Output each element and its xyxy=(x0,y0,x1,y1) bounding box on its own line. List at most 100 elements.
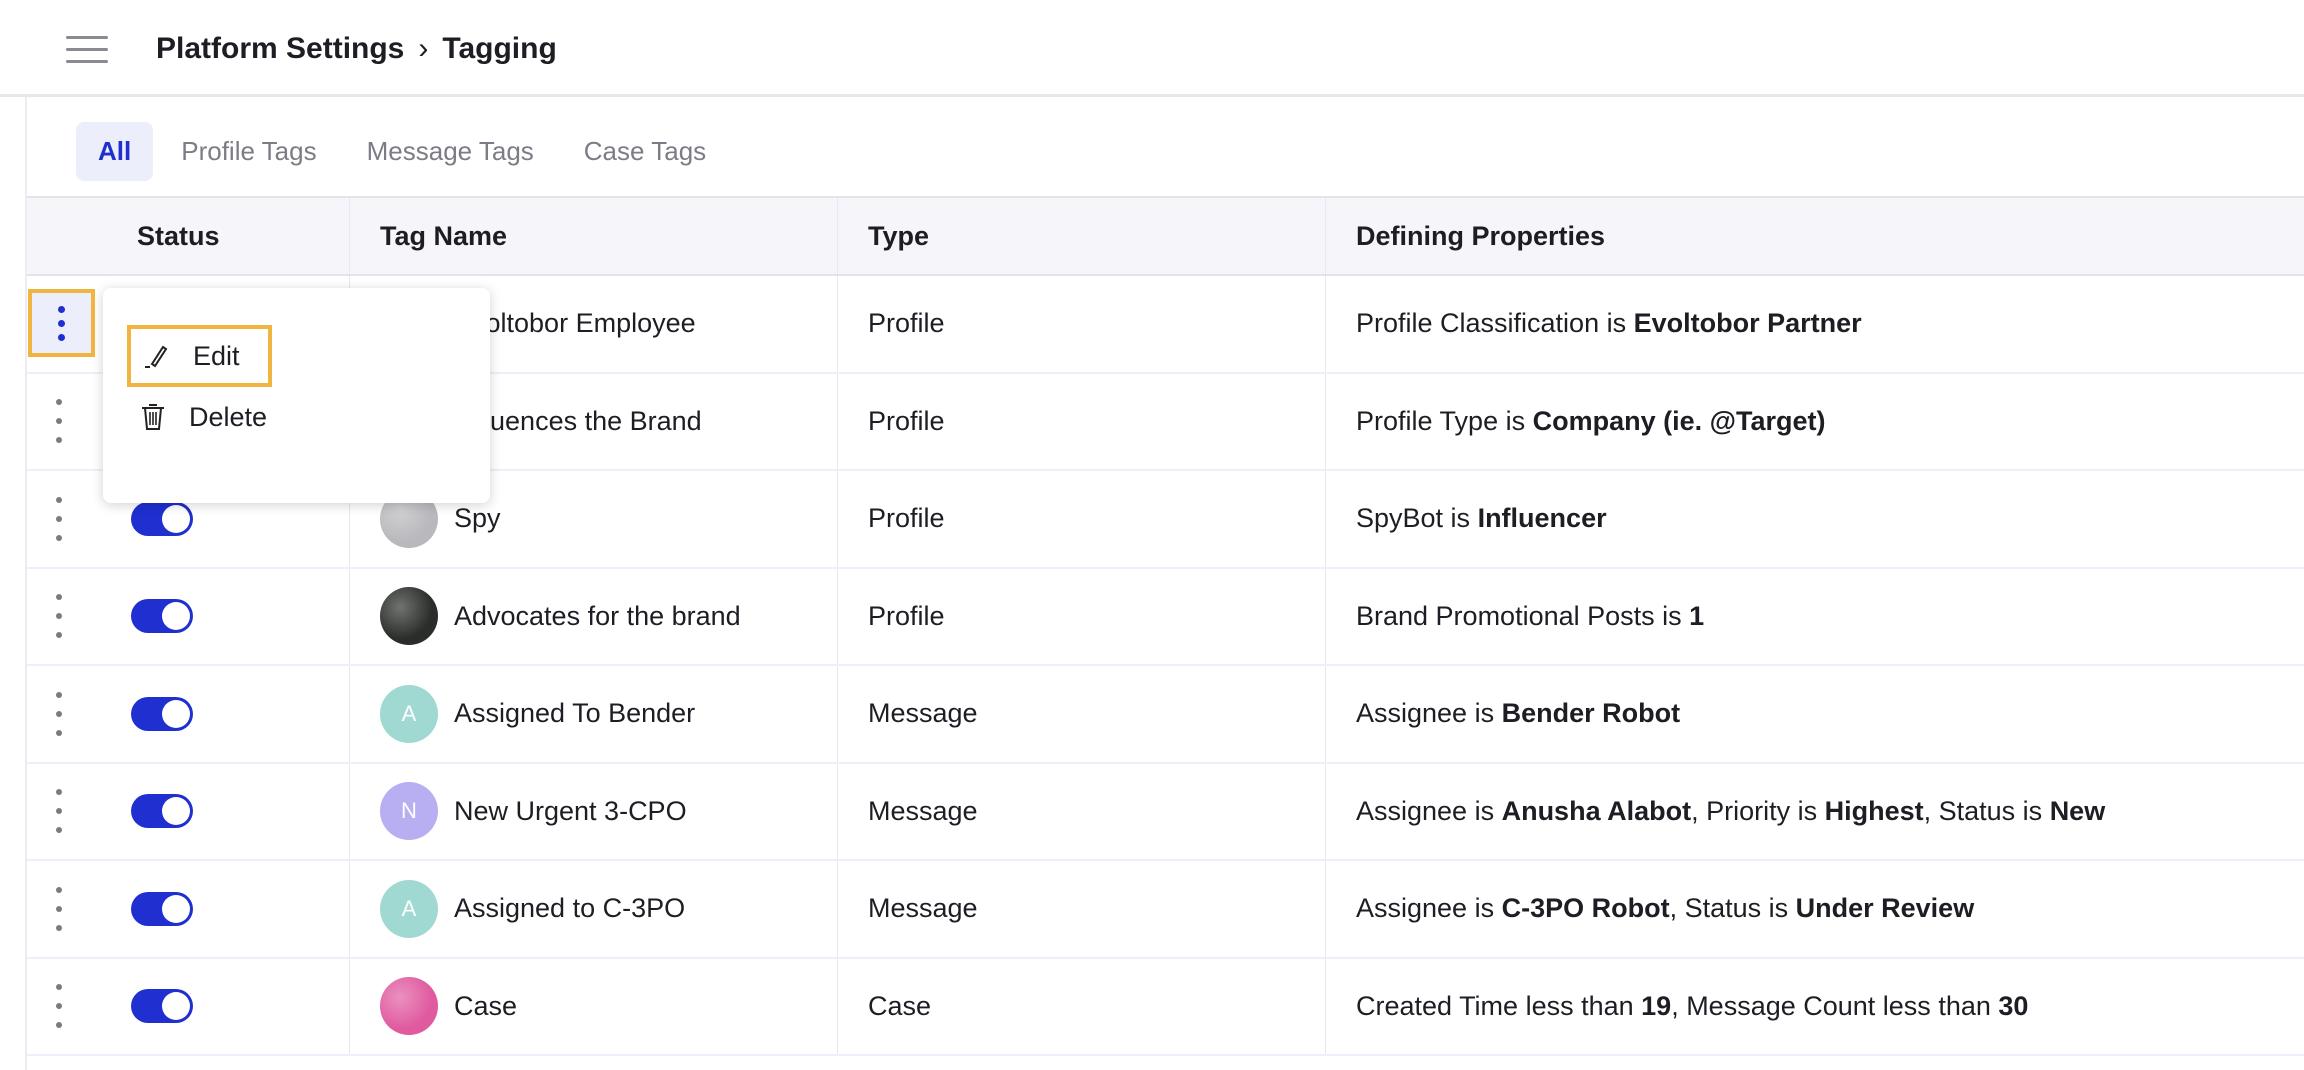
avatar-letter: A xyxy=(401,700,417,726)
defining-properties-cell: SpyBot is Influencer xyxy=(1326,471,2304,567)
property-value: C-3PO Robot xyxy=(1501,893,1670,924)
defining-properties-cell: Assignee is C-3PO Robot, Status is Under… xyxy=(1326,861,2304,957)
property-text: Profile Classification is xyxy=(1356,308,1634,339)
property-text: Profile Type is xyxy=(1356,405,1533,436)
status-cell xyxy=(27,763,350,859)
property-text: SpyBot is xyxy=(1356,503,1478,534)
tag-name-cell: A Assigned To Bender xyxy=(350,666,838,762)
tag-name-cell: Case xyxy=(350,958,838,1054)
tag-name-cell: N New Urgent 3-CPO xyxy=(350,763,838,859)
tag-name[interactable]: Influences the Brand xyxy=(454,406,702,437)
property-text: Assignee is xyxy=(1356,893,1502,924)
type-cell: Message xyxy=(838,763,1326,859)
property-value: Highest xyxy=(1824,795,1924,826)
property-text: Brand Promotional Posts is xyxy=(1356,600,1690,631)
property-value: 19 xyxy=(1641,990,1672,1021)
row-actions-kebab-icon[interactable] xyxy=(51,984,67,1029)
type-cell: Case xyxy=(838,958,1326,1054)
property-value: 1 xyxy=(1689,600,1705,631)
row-actions-kebab-icon[interactable] xyxy=(51,594,67,639)
property-text: Assignee is xyxy=(1356,698,1502,729)
status-cell xyxy=(27,861,350,957)
status-toggle[interactable] xyxy=(131,501,193,536)
property-text: , Status is xyxy=(1669,893,1796,924)
status-toggle[interactable] xyxy=(131,989,193,1024)
menu-item-edit[interactable]: Edit xyxy=(127,325,272,387)
row-actions-kebab-icon[interactable] xyxy=(51,886,67,931)
avatar-letter: N xyxy=(401,798,417,824)
status-cell xyxy=(27,568,350,664)
row-context-menu: Edit Delete xyxy=(103,288,490,503)
column-header-type[interactable]: Type xyxy=(838,198,1326,274)
column-header-status[interactable]: Status xyxy=(27,198,350,274)
tag-avatar xyxy=(380,977,438,1036)
property-text: , Priority is xyxy=(1691,795,1825,826)
hamburger-menu-icon[interactable] xyxy=(66,36,108,64)
status-cell xyxy=(27,666,350,762)
type-cell: Profile xyxy=(838,471,1326,567)
tag-name[interactable]: Spy xyxy=(454,503,501,534)
table-header: Status Tag Name Type Defining Properties xyxy=(27,196,2304,276)
defining-properties-cell: Profile Classification is Evoltobor Part… xyxy=(1326,276,2304,372)
defining-properties-cell: Assignee is Anusha Alabot, Priority is H… xyxy=(1326,764,2304,860)
chevron-right-icon: › xyxy=(418,32,429,65)
row-actions-button-active[interactable] xyxy=(28,289,95,357)
tab-case-tags[interactable]: Case Tags xyxy=(562,122,728,181)
tab-all[interactable]: All xyxy=(76,122,154,181)
property-value: Under Review xyxy=(1795,893,1975,924)
top-bar: Platform Settings › Tagging xyxy=(0,0,2304,97)
property-value: Anusha Alabot xyxy=(1501,795,1692,826)
tag-name[interactable]: New Urgent 3-CPO xyxy=(454,796,687,827)
property-value: Company (ie. @Target) xyxy=(1532,405,1826,436)
status-toggle[interactable] xyxy=(131,794,193,829)
status-toggle[interactable] xyxy=(131,599,193,634)
menu-item-delete[interactable]: Delete xyxy=(127,386,279,448)
type-cell: Profile xyxy=(838,373,1326,469)
row-actions-kebab-icon[interactable] xyxy=(51,496,67,541)
breadcrumb: Platform Settings › Tagging xyxy=(156,32,557,66)
tag-name[interactable]: Assigned To Bender xyxy=(454,698,695,729)
table-row: N New Urgent 3-CPO Message Assignee is A… xyxy=(27,763,2304,861)
defining-properties-cell: Brand Promotional Posts is 1 xyxy=(1326,569,2304,665)
property-value: Bender Robot xyxy=(1501,698,1681,729)
property-text: , Status is xyxy=(1923,795,2050,826)
status-toggle[interactable] xyxy=(131,891,193,926)
tag-name-cell: A Assigned to C-3PO xyxy=(350,861,838,957)
tag-avatar xyxy=(380,587,438,646)
breadcrumb-tagging: Tagging xyxy=(442,32,557,65)
table-row: Advocates for the brand Profile Brand Pr… xyxy=(27,568,2304,666)
property-value: Evoltobor Partner xyxy=(1633,308,1862,339)
row-actions-kebab-icon[interactable] xyxy=(51,691,67,736)
column-header-tag-name[interactable]: Tag Name xyxy=(350,198,838,274)
breadcrumb-platform-settings[interactable]: Platform Settings xyxy=(156,32,404,66)
type-cell: Message xyxy=(838,666,1326,762)
pencil-icon xyxy=(145,345,168,368)
row-actions-kebab-icon[interactable] xyxy=(51,789,67,834)
property-value: Influencer xyxy=(1477,503,1607,534)
defining-properties-cell: Created Time less than 19, Message Count… xyxy=(1326,959,2304,1055)
menu-item-label: Edit xyxy=(193,340,240,371)
table-row: Case Case Created Time less than 19, Mes… xyxy=(27,958,2304,1056)
property-text: Assignee is xyxy=(1356,795,1502,826)
menu-item-label: Delete xyxy=(189,401,268,432)
tab-message-tags[interactable]: Message Tags xyxy=(345,122,556,181)
defining-properties-cell: Assignee is Bender Robot xyxy=(1326,666,2304,762)
table-row: A Assigned to C-3PO Message Assignee is … xyxy=(27,861,2304,959)
status-toggle[interactable] xyxy=(131,696,193,731)
type-cell: Profile xyxy=(838,276,1326,372)
tag-name-cell: Advocates for the brand xyxy=(350,568,838,664)
avatar-letter: A xyxy=(401,895,417,921)
property-value: New xyxy=(2049,795,2106,826)
tag-avatar: A xyxy=(380,879,438,938)
row-actions-kebab-icon[interactable] xyxy=(51,399,67,444)
tag-name[interactable]: Advocates for the brand xyxy=(454,601,741,632)
status-cell xyxy=(27,958,350,1054)
column-header-defining-properties[interactable]: Defining Properties xyxy=(1326,198,2304,274)
property-text: Created Time less than xyxy=(1356,990,1642,1021)
type-cell: Message xyxy=(838,861,1326,957)
tag-name[interactable]: Case xyxy=(454,991,517,1022)
tag-name[interactable]: Assigned to C-3PO xyxy=(454,893,685,924)
tag-name[interactable]: Evoltobor Employee xyxy=(454,308,696,339)
tab-profile-tags[interactable]: Profile Tags xyxy=(159,122,338,181)
table-row: A Assigned To Bender Message Assignee is… xyxy=(27,666,2304,764)
